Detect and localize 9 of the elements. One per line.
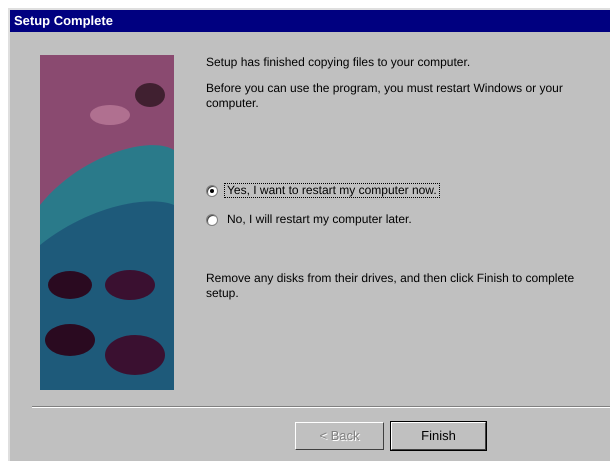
radio-label: Yes, I want to restart my computer now.	[224, 183, 440, 198]
message-text: Setup has finished copying files to your computer.	[206, 55, 472, 70]
radio-label: No, I will restart my computer later.	[226, 212, 413, 227]
window-title: Setup Complete	[10, 10, 610, 32]
wizard-button[interactable]: Finish	[391, 422, 486, 450]
message-text: Before you can use the program, you must restart Windows or your computer.	[206, 81, 564, 111]
instruction-text: Remove any disks from their drives, and then click Finish to complete setup.	[206, 271, 576, 301]
radio-button[interactable]	[206, 214, 218, 226]
radio-button[interactable]	[206, 184, 218, 196]
